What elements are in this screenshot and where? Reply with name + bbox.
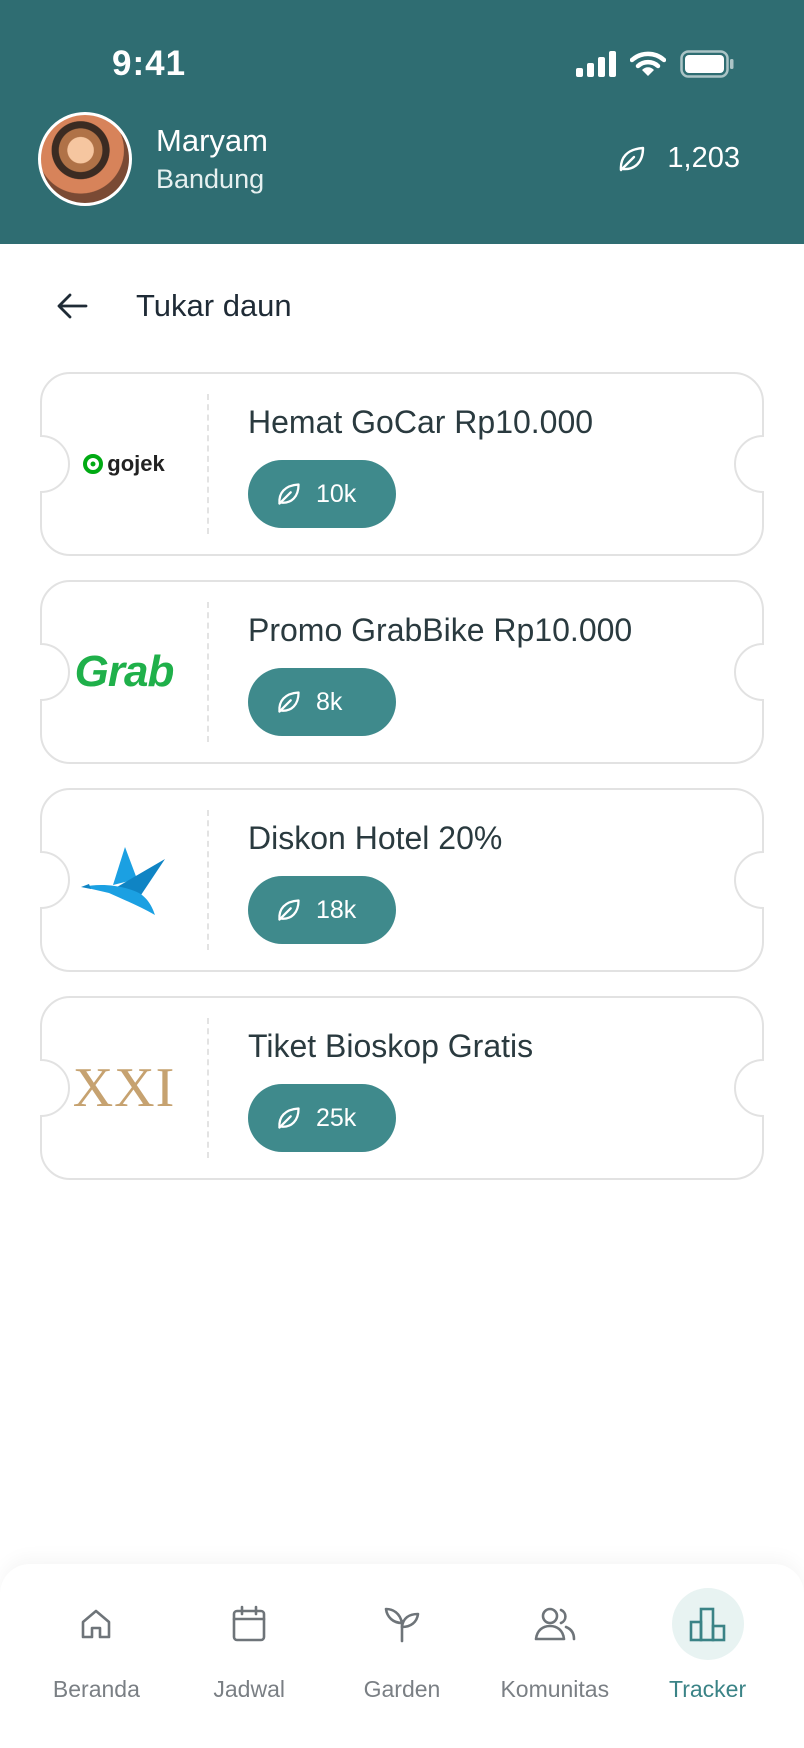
voucher-card[interactable]: Grab Promo GrabBike Rp10.000 8k (40, 580, 764, 764)
leaf-icon (278, 691, 300, 713)
status-time: 9:41 (112, 44, 187, 83)
leaf-icon (278, 899, 300, 921)
cost-label: 8k (316, 687, 343, 716)
voucher-card[interactable]: Diskon Hotel 20% 18k (40, 788, 764, 972)
nav-item-tracker[interactable]: Tracker (638, 1588, 778, 1748)
avatar[interactable] (38, 112, 132, 206)
bottom-nav: Beranda Jadwal Garden Komunitas Tracker (0, 1564, 804, 1748)
user-name: Maryam (156, 123, 268, 158)
wifi-icon (630, 51, 666, 76)
gojek-mark-icon (83, 454, 104, 474)
divider (207, 602, 209, 742)
calendar-icon (232, 1605, 266, 1642)
bar-chart-icon (689, 1607, 725, 1642)
users-icon (534, 1607, 576, 1641)
signal-icon (576, 51, 616, 77)
page-header: Tukar daun (52, 286, 292, 326)
voucher-title: Hemat GoCar Rp10.000 (248, 404, 594, 440)
nav-label: Tracker (669, 1676, 747, 1702)
points-value: 1,203 (667, 142, 740, 174)
voucher-title: Tiket Bioskop Gratis (248, 1028, 534, 1064)
nav-item-komunitas[interactable]: Komunitas (485, 1588, 625, 1748)
traveloka-bird-icon (81, 847, 165, 915)
leaf-icon (278, 483, 300, 505)
user-city: Bandung (156, 164, 265, 194)
status-icons (576, 50, 734, 78)
nav-item-beranda[interactable]: Beranda (26, 1588, 166, 1748)
page-title: Tukar daun (136, 288, 292, 323)
grab-logo-text: Grab (74, 647, 175, 696)
back-arrow-icon (57, 293, 88, 319)
nav-item-garden[interactable]: Garden (332, 1588, 472, 1748)
voucher-card[interactable]: XXI Tiket Bioskop Gratis 25k (40, 996, 764, 1180)
back-button[interactable] (52, 286, 92, 326)
grab-logo: Grab (40, 580, 208, 764)
divider (207, 1018, 209, 1158)
nav-item-jadwal[interactable]: Jadwal (179, 1588, 319, 1748)
divider (207, 810, 209, 950)
home-icon (82, 1609, 111, 1639)
gojek-logo: gojek (40, 372, 208, 556)
app-header: 9:41 Maryam Bandung 1,203 (0, 0, 804, 244)
status-bar: 9:41 (0, 0, 804, 110)
nav-label: Jadwal (213, 1676, 285, 1702)
battery-icon (680, 50, 734, 78)
leaf-icon (620, 146, 645, 171)
voucher-list: gojek Hemat GoCar Rp10.000 10k Grab Prom… (40, 372, 764, 1204)
divider (207, 394, 209, 534)
nav-label: Garden (363, 1676, 441, 1702)
cost-label: 18k (316, 895, 357, 924)
sprout-icon (384, 1607, 420, 1643)
nav-label: Komunitas (500, 1676, 610, 1702)
voucher-title: Diskon Hotel 20% (248, 820, 503, 856)
redeem-button[interactable]: 25k (248, 1084, 396, 1152)
redeem-button[interactable]: 8k (248, 668, 396, 736)
cost-label: 25k (316, 1103, 357, 1132)
redeem-button[interactable]: 10k (248, 460, 396, 528)
redeem-button[interactable]: 18k (248, 876, 396, 944)
xxi-logo: XXI (40, 996, 208, 1180)
voucher-title: Promo GrabBike Rp10.000 (248, 612, 633, 648)
leaf-icon (278, 1107, 300, 1129)
cost-label: 10k (316, 479, 357, 508)
nav-label: Beranda (52, 1676, 140, 1702)
gojek-logo-text: gojek (107, 451, 165, 476)
points-balance[interactable]: 1,203 (617, 142, 740, 175)
xxi-logo-text: XXI (72, 1057, 176, 1119)
voucher-card[interactable]: gojek Hemat GoCar Rp10.000 10k (40, 372, 764, 556)
traveloka-logo (40, 788, 208, 972)
profile-block[interactable]: Maryam Bandung (38, 112, 268, 206)
